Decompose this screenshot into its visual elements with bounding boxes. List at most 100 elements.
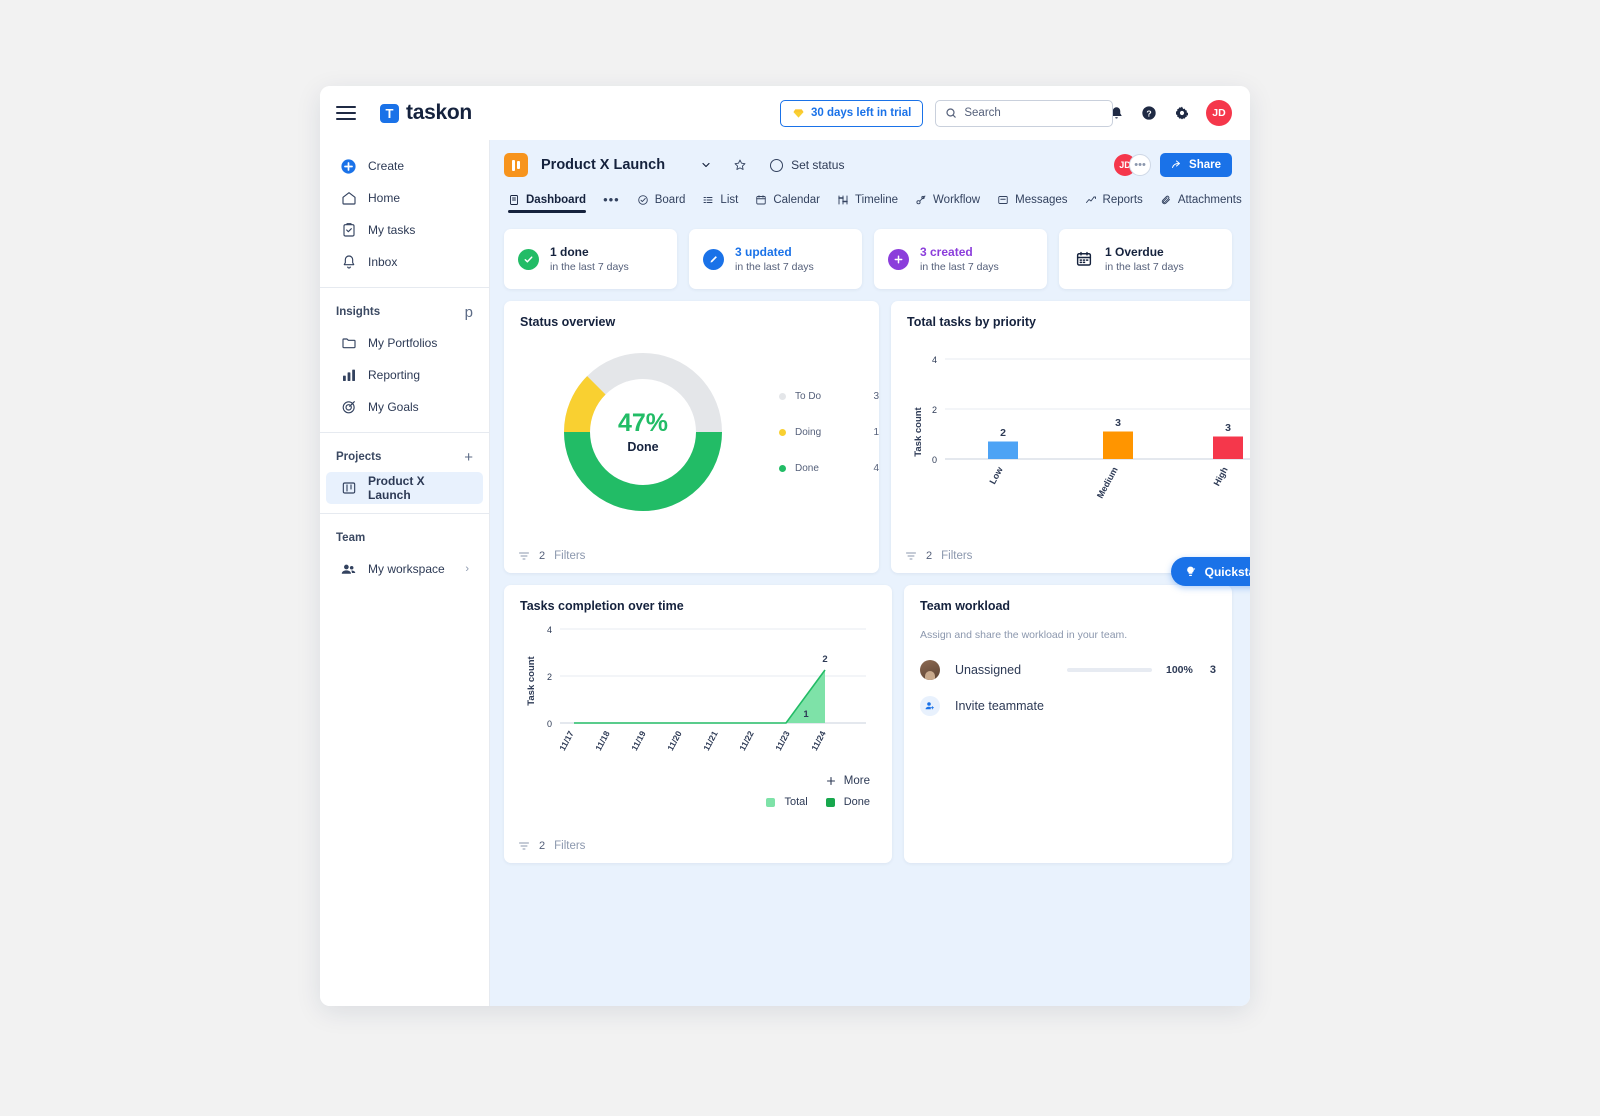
add-project-button[interactable]: +: [464, 450, 473, 465]
filters-button[interactable]: 2 Filters: [905, 550, 972, 562]
filter-icon: [906, 552, 916, 560]
sidebar-item-home[interactable]: Home: [326, 182, 483, 214]
legend-item[interactable]: Done 4: [779, 463, 879, 474]
sidebar-item-label: My tasks: [368, 223, 416, 237]
filter-icon: [519, 552, 529, 560]
invite-label: Invite teammate: [955, 699, 1044, 713]
x-tick: 11/17: [557, 729, 576, 752]
filters-button[interactable]: 2 Filters: [518, 550, 585, 562]
tab-calendar[interactable]: Calendar: [755, 194, 820, 213]
tab-label: Board: [654, 193, 686, 206]
tab-messages[interactable]: Messages: [997, 194, 1068, 213]
sidebar-item-my-portfolios[interactable]: My Portfolios: [326, 327, 483, 359]
diamond-icon: [793, 108, 804, 118]
dashboard-icon: [510, 194, 518, 205]
x-tick: 11/21: [701, 729, 720, 752]
workflow-icon: [916, 195, 926, 204]
share-button[interactable]: Share: [1160, 153, 1232, 177]
topbar-actions: ? JD: [1107, 100, 1232, 126]
x-tick: 11/23: [773, 729, 792, 752]
gear-icon[interactable]: [1173, 104, 1191, 122]
bar-value: 2: [1000, 427, 1006, 439]
panel-title: Tasks completion over time: [520, 599, 684, 613]
message-icon: [998, 195, 1008, 204]
tab-workflow[interactable]: Workflow: [915, 194, 980, 213]
y-tick: 4: [932, 355, 937, 365]
more-button[interactable]: More: [504, 775, 892, 787]
legend-item[interactable]: Doing 1: [779, 427, 879, 438]
chevron-down-icon[interactable]: [700, 159, 712, 171]
set-status-button[interactable]: Set status: [770, 158, 844, 172]
bar-chart-icon: [340, 367, 357, 384]
x-tick: Low: [987, 464, 1005, 485]
x-tick: 11/24: [809, 729, 828, 752]
stat-card-done[interactable]: 1 done in the last 7 days: [504, 229, 677, 289]
stat-subtitle: in the last 7 days: [550, 261, 629, 273]
stat-card-overdue[interactable]: 1 Overdue in the last 7 days: [1059, 229, 1232, 289]
brand-name: taskon: [406, 101, 472, 124]
sidebar-item-label: Reporting: [368, 368, 421, 382]
sidebar-item-my-workspace[interactable]: My workspace ›: [326, 553, 483, 585]
tab-reports[interactable]: Reports: [1085, 194, 1143, 213]
filters-label: Filters: [941, 550, 973, 562]
stat-card-created[interactable]: 3 created in the last 7 days: [874, 229, 1047, 289]
search-icon: [946, 108, 957, 118]
legend-item[interactable]: To Do 3: [779, 391, 879, 402]
sidebar-item-reporting[interactable]: Reporting: [326, 359, 483, 391]
star-icon[interactable]: [733, 158, 747, 172]
svg-text:?: ?: [1146, 108, 1151, 118]
x-tick: 11/19: [629, 729, 648, 752]
add-insight-button[interactable]: p: [465, 305, 473, 320]
panel-status-overview: Status overview 47% Done To Do 3 Doing 1…: [504, 301, 879, 573]
tab-overflow-button[interactable]: •••: [603, 192, 620, 214]
bar-high: [1213, 436, 1243, 459]
sidebar-item-product-x-launch[interactable]: Product X Launch: [326, 472, 483, 504]
list-icon: [703, 196, 713, 203]
brand-logo[interactable]: T taskon: [380, 101, 472, 125]
avatar[interactable]: JD: [1206, 100, 1232, 126]
workload-name: Unassigned: [955, 663, 1022, 677]
topbar-center: 30 days left in trial Search: [780, 86, 1114, 140]
sidebar-item-my-goals[interactable]: My Goals: [326, 391, 483, 423]
share-arrow-icon: [1172, 160, 1181, 168]
legend-swatch-done: [825, 797, 835, 807]
section-header-projects: Projects +: [320, 442, 489, 472]
legend-dot-icon: [779, 392, 786, 400]
search-input[interactable]: Search: [935, 99, 1114, 127]
section-title: Projects: [336, 451, 382, 463]
tab-timeline[interactable]: Timeline: [837, 194, 898, 213]
quickstart-button[interactable]: Quickstart: [1170, 557, 1250, 586]
filters-button[interactable]: 2 Filters: [518, 840, 585, 852]
invite-teammate-button[interactable]: Invite teammate: [904, 691, 1232, 721]
sidebar-item-inbox[interactable]: Inbox: [326, 246, 483, 278]
filters-count: 2: [926, 550, 933, 562]
question-circle-icon[interactable]: ?: [1140, 104, 1158, 122]
workload-row[interactable]: Unassigned 100% 3: [904, 653, 1232, 687]
section-title: Team: [336, 532, 366, 544]
tab-label: Reports: [1102, 193, 1143, 206]
stat-card-updated[interactable]: 3 updated in the last 7 days: [689, 229, 862, 289]
workload-percent: 100%: [1166, 664, 1193, 676]
home-icon: [340, 190, 357, 207]
chart-legend: Total Done: [504, 796, 892, 808]
tab-dashboard[interactable]: Dashboard: [508, 193, 587, 213]
filters-count: 2: [539, 550, 546, 562]
hamburger-icon[interactable]: [336, 106, 356, 120]
tab-list[interactable]: List: [702, 194, 738, 213]
circle-icon: [770, 158, 784, 172]
brand-mark-icon: T: [380, 103, 399, 123]
board-icon: [637, 194, 648, 205]
tab-board[interactable]: Board: [637, 193, 686, 213]
more-label: More: [843, 775, 870, 787]
tab-label: Dashboard: [526, 193, 587, 206]
tab-attachments[interactable]: Attachments: [1160, 194, 1242, 213]
top-bar: T taskon 30 days left in trial Search ?: [320, 86, 1250, 140]
legend-label: Done: [843, 796, 870, 808]
sidebar-item-my-tasks[interactable]: My tasks: [326, 214, 483, 246]
plus-circle-icon: [888, 248, 909, 270]
more-members-button[interactable]: •••: [1129, 154, 1152, 176]
target-icon: [340, 399, 357, 416]
trial-badge[interactable]: 30 days left in trial: [780, 99, 924, 127]
legend-dot-icon: [779, 428, 786, 436]
sidebar-item-create[interactable]: Create: [326, 150, 483, 182]
